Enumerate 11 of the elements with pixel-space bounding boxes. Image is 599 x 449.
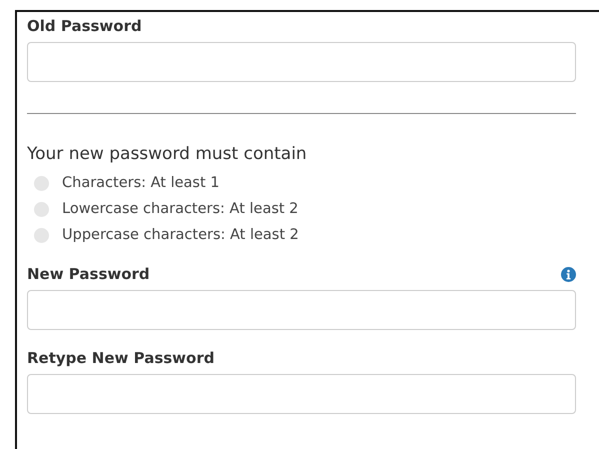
password-field[interactable]: [27, 374, 576, 414]
field-label: Old Password: [27, 17, 142, 35]
field-label: Retype New Password: [27, 349, 214, 367]
info-icon[interactable]: [561, 266, 576, 282]
password-field[interactable]: [27, 42, 576, 82]
requirement-text: Lowercase characters: At least 2: [62, 201, 298, 217]
requirements-heading: Your new password must contain: [27, 144, 308, 164]
password-field[interactable]: [27, 290, 576, 330]
field-label: New Password: [27, 265, 150, 283]
requirement-text: Uppercase characters: At least 2: [62, 227, 299, 243]
requirement-text: Characters: At least 1: [62, 175, 220, 191]
